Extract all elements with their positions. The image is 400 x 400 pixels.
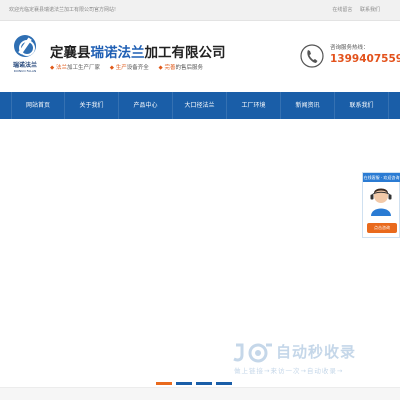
- watermark-logo-icon: [233, 343, 272, 363]
- feature-text: 设备齐全: [126, 65, 149, 71]
- header: 瑞诺法兰 RUINUO FALAN 定襄县瑞诺法兰加工有限公司 ◆ 法兰加工生产…: [0, 22, 400, 92]
- company-suffix: 加工有限公司: [144, 45, 226, 61]
- logo-name-cn: 瑞诺法兰: [12, 62, 37, 69]
- logo[interactable]: 瑞诺法兰 RUINUO FALAN: [10, 35, 40, 75]
- watermark-title: 自动秒收录: [276, 343, 357, 361]
- feature-list: ◆ 法兰加工生产厂家 ◆ 生产设备齐全 ◆ 完善的售后服务: [50, 63, 211, 71]
- hotline-label: 咨询服务热线：: [330, 45, 369, 51]
- slide-dot[interactable]: [176, 382, 192, 385]
- nav-item-about[interactable]: 关于我们: [65, 92, 119, 119]
- phone-icon: [300, 44, 324, 68]
- feature-keyword: 生产: [115, 65, 127, 71]
- feature-keyword: 法兰: [55, 65, 67, 71]
- page: 欢迎光临定襄县瑞诺法兰加工有限公司官方网站! 在线留言 联系我们 瑞诺法兰 RU…: [0, 0, 400, 400]
- nav-item-news[interactable]: 新闻资讯: [281, 92, 335, 119]
- feature-keyword: 完善: [164, 65, 176, 71]
- top-link-contact[interactable]: 联系我们: [360, 7, 380, 13]
- company-prefix: 定襄县: [50, 45, 91, 61]
- hotline: 咨询服务热线： 13994075595: [300, 39, 400, 79]
- top-links: 在线留言 联系我们: [326, 6, 380, 13]
- company-brand: 瑞诺法兰: [90, 45, 145, 61]
- main-nav: 网站首页 关于我们 产品中心 大口径法兰 工厂环境 新闻资讯 联系我们: [0, 92, 400, 119]
- company-name: 定襄县瑞诺法兰加工有限公司: [50, 41, 226, 61]
- logo-emblem-icon: [14, 35, 36, 57]
- nav-item-contact[interactable]: 联系我们: [335, 92, 389, 119]
- customer-service-avatar-icon: [370, 188, 392, 216]
- nav-item-home[interactable]: 网站首页: [11, 92, 65, 119]
- hotline-number[interactable]: 13994075595: [330, 53, 400, 65]
- banner-pagination: [156, 382, 236, 385]
- feature-item: ◆ 法兰加工生产厂家: [50, 65, 101, 71]
- feature-text: 的售后服务: [175, 65, 204, 71]
- feature-text: 加工生产厂家: [67, 65, 101, 71]
- nav-item-factory[interactable]: 工厂环境: [227, 92, 281, 119]
- nav-item-large-flange[interactable]: 大口径法兰: [173, 92, 227, 119]
- top-bar: 欢迎光临定襄县瑞诺法兰加工有限公司官方网站! 在线留言 联系我们: [0, 0, 400, 21]
- watermark: 自动秒收录 做上链接→来访一次→自动收录→: [232, 340, 392, 380]
- slide-dot[interactable]: [216, 382, 232, 385]
- feature-item: ◆ 完善的售后服务: [158, 65, 204, 71]
- feature-item: ◆ 生产设备齐全: [109, 65, 149, 71]
- bottom-strip: [0, 387, 400, 400]
- nav-item-products[interactable]: 产品中心: [119, 92, 173, 119]
- top-link-message[interactable]: 在线留言: [332, 7, 352, 13]
- slide-dot[interactable]: [156, 382, 172, 385]
- watermark-slogan: 做上链接→来访一次→自动收录→: [234, 367, 344, 375]
- service-header: 在线客服 · 欢迎咨询: [363, 173, 400, 182]
- logo-name-en: RUINUO FALAN: [13, 69, 37, 73]
- online-service-widget[interactable]: 在线客服 · 欢迎咨询 点击咨询: [362, 172, 400, 238]
- slide-dot[interactable]: [196, 382, 212, 385]
- consult-button[interactable]: 点击咨询: [367, 223, 397, 233]
- welcome-text: 欢迎光临定襄县瑞诺法兰加工有限公司官方网站!: [9, 7, 117, 13]
